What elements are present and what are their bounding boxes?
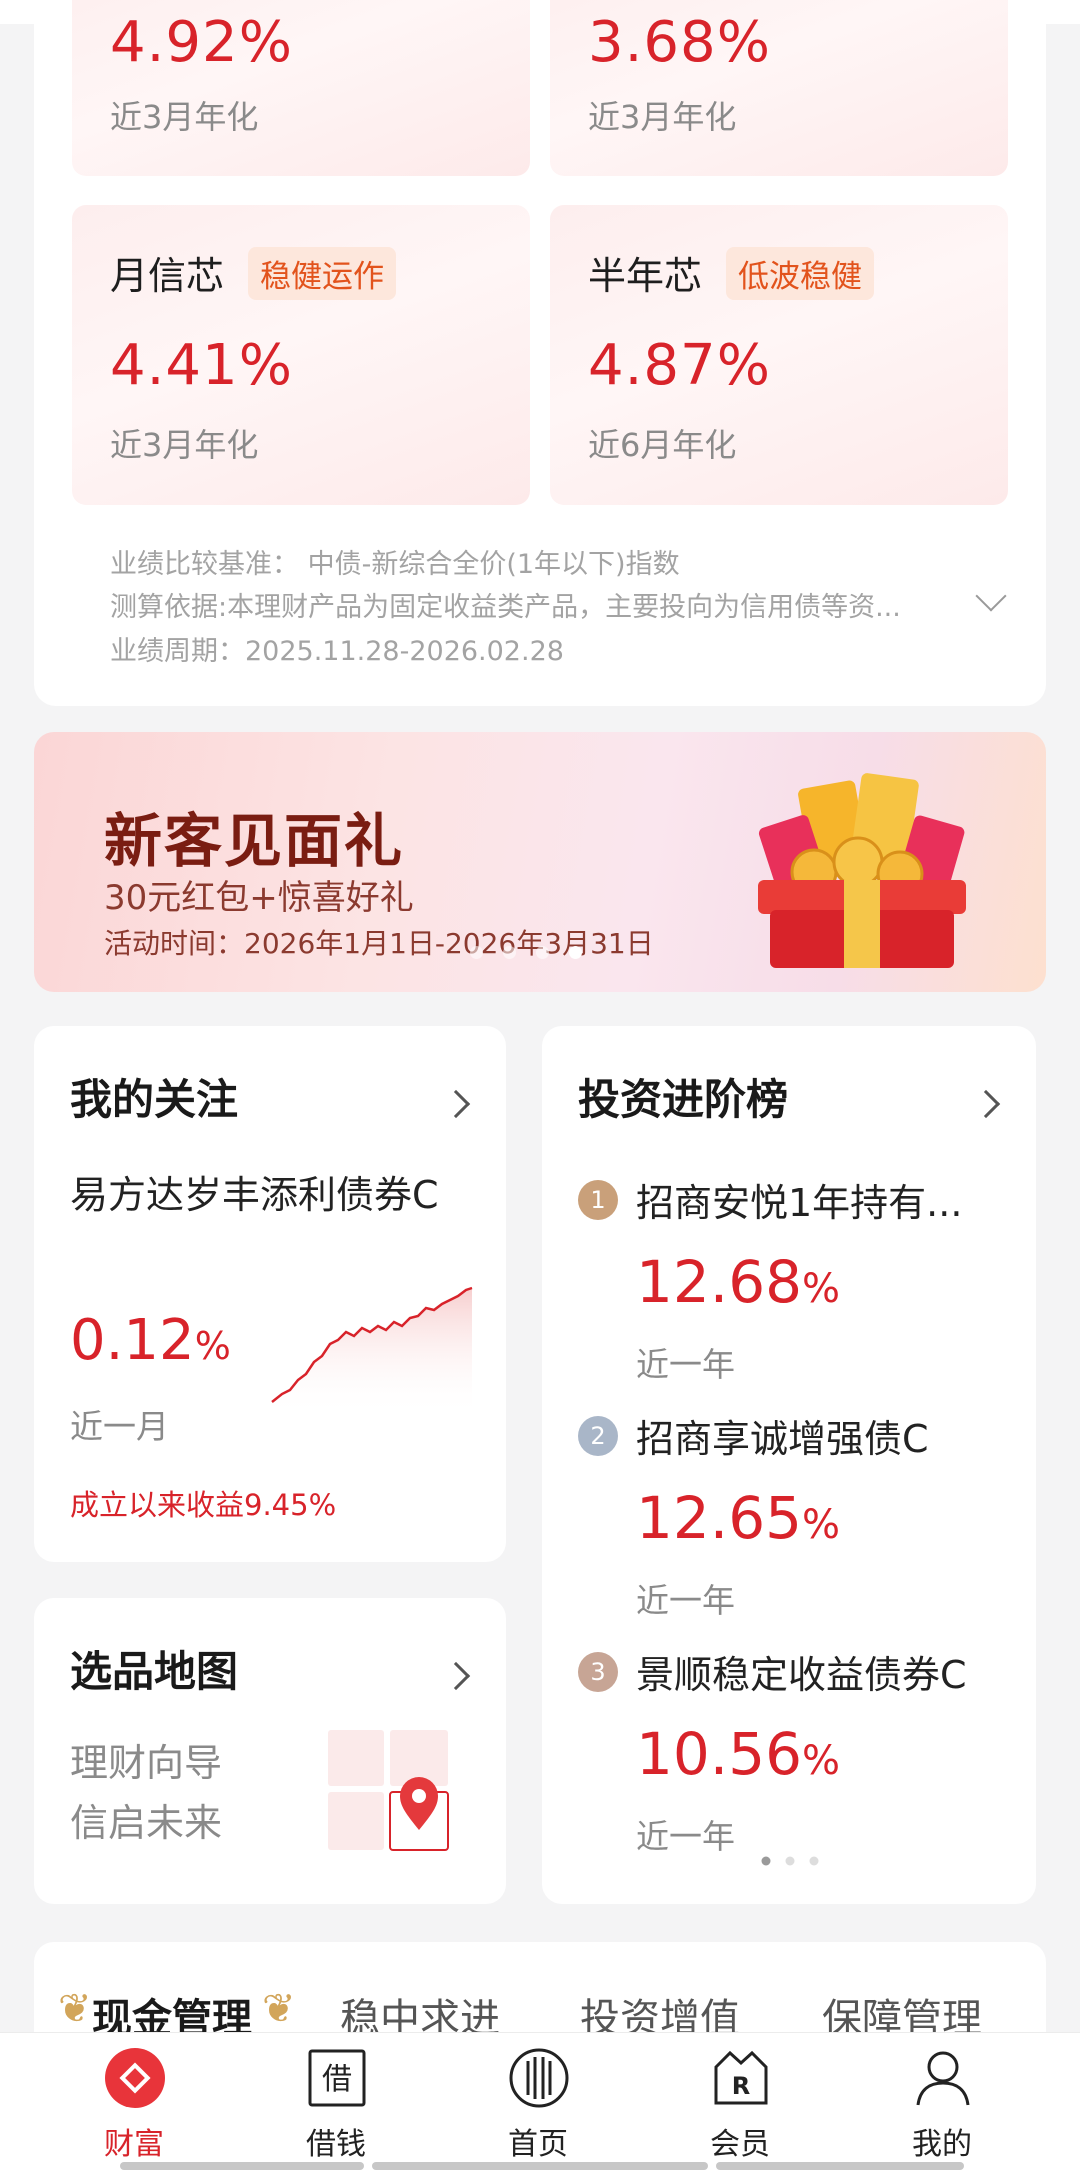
pagination-dot bbox=[536, 946, 549, 959]
nav-item-member[interactable]: R 会员 bbox=[660, 2033, 820, 2173]
pagination-dot-active bbox=[569, 946, 582, 959]
nav-label: 会员 bbox=[710, 2127, 770, 2162]
map-pin-icon bbox=[328, 1730, 449, 1851]
nav-label: 我的 bbox=[912, 2127, 972, 2162]
ranking-pagination bbox=[761, 1856, 819, 1866]
svg-text:借: 借 bbox=[322, 2062, 352, 2097]
chevron-down-icon[interactable] bbox=[975, 580, 1007, 612]
product-tile-bannianxin[interactable]: 半年芯 低波稳健 4.87% 近6月年化 bbox=[550, 205, 1008, 505]
ranking-period: 近一年 bbox=[636, 1817, 735, 1856]
watchlist-period: 近一月 bbox=[70, 1407, 169, 1446]
product-map-line2: 信启未来 bbox=[70, 1801, 223, 1845]
product-rate-desc: 近3月年化 bbox=[110, 98, 259, 136]
wealth-icon bbox=[105, 2048, 165, 2108]
since-inception-return: 成立以来收益9.45% bbox=[70, 1488, 337, 1522]
nav-label: 首页 bbox=[508, 2127, 568, 2162]
ranking-fund-name: 招商安悦1年持有... bbox=[636, 1181, 963, 1225]
performance-period-text: 业绩周期：2025.11.28-2026.02.28 bbox=[110, 636, 564, 667]
banner-title: 新客见面礼 bbox=[104, 807, 405, 875]
ranking-period: 近一年 bbox=[636, 1345, 735, 1384]
product-tile-yuexinxin[interactable]: 月信芯 稳健运作 4.41% 近3月年化 bbox=[72, 205, 530, 505]
product-map-line1: 理财向导 bbox=[70, 1741, 223, 1785]
watchlist-return: 0.12% bbox=[70, 1308, 231, 1373]
product-rate-desc: 近6月年化 bbox=[588, 426, 737, 464]
product-card: 4.92% 近3月年化 3.68% 近3月年化 月信芯 稳健运作 4.41% 近… bbox=[34, 0, 1046, 706]
rank-badge: 1 bbox=[578, 1180, 618, 1220]
laurel-left-icon: ❦ bbox=[58, 1986, 92, 2032]
home-icon bbox=[509, 2048, 569, 2108]
product-rate: 3.68% bbox=[588, 10, 771, 75]
product-rate-desc: 近3月年化 bbox=[588, 98, 737, 136]
watchlist-fund-name: 易方达岁丰添利债券C bbox=[70, 1173, 439, 1217]
ranking-fund-name: 招商享诚增强债C bbox=[636, 1417, 929, 1461]
calculation-basis-text: 测算依据:本理财产品为固定收益类产品，主要投向为信用债等资... bbox=[110, 592, 901, 623]
product-rate: 4.41% bbox=[110, 333, 293, 398]
nav-item-borrow[interactable]: 借 借钱 bbox=[256, 2033, 416, 2173]
benchmark-text: 业绩比较基准： 中债-新综合全价(1年以下)指数 bbox=[110, 549, 680, 580]
nav-item-profile[interactable]: 我的 bbox=[862, 2033, 1022, 2173]
nav-item-home[interactable]: 首页 bbox=[458, 2033, 618, 2173]
return-sparkline bbox=[271, 1286, 473, 1416]
product-tag: 低波稳健 bbox=[726, 247, 874, 300]
chevron-right-icon[interactable] bbox=[441, 1661, 471, 1691]
product-rate: 4.92% bbox=[110, 10, 293, 75]
chevron-right-icon[interactable] bbox=[971, 1089, 1001, 1119]
ranking-title: 投资进阶榜 bbox=[578, 1075, 789, 1124]
nav-item-wealth[interactable]: 财富 bbox=[54, 2033, 214, 2173]
nav-label: 财富 bbox=[104, 2127, 164, 2162]
ranking-card[interactable]: 投资进阶榜 1 招商安悦1年持有... 12.68% 近一年 2 招商享诚增强债… bbox=[542, 1026, 1036, 1904]
product-tile-2[interactable]: 3.68% 近3月年化 bbox=[550, 0, 1008, 176]
ranking-period: 近一年 bbox=[636, 1581, 735, 1620]
promo-banner[interactable]: 新客见面礼 30元红包+惊喜好礼 活动时间：2026年1月1日-2026年3月3… bbox=[34, 732, 1046, 992]
ranking-return: 10.56% bbox=[636, 1720, 841, 1788]
svg-text:R: R bbox=[732, 2072, 750, 2100]
gesture-bar bbox=[372, 2162, 708, 2170]
gesture-bar bbox=[120, 2162, 364, 2170]
gesture-bar bbox=[716, 2162, 964, 2170]
product-map-card[interactable]: 选品地图 理财向导 信启未来 bbox=[34, 1598, 506, 1904]
product-rate-desc: 近3月年化 bbox=[110, 426, 259, 464]
banner-pagination bbox=[470, 946, 582, 959]
laurel-right-icon: ❦ bbox=[262, 1986, 296, 2032]
watchlist-card[interactable]: 我的关注 易方达岁丰添利债券C 0.12% 近一月 成立以来收益9.45% bbox=[34, 1026, 506, 1562]
ranking-return: 12.68% bbox=[636, 1248, 841, 1316]
product-tile-1[interactable]: 4.92% 近3月年化 bbox=[72, 0, 530, 176]
chevron-right-icon[interactable] bbox=[441, 1089, 471, 1119]
bottom-nav: 财富 借 借钱 首页 R 会员 我的 bbox=[0, 2032, 1080, 2173]
pagination-dot bbox=[503, 946, 516, 959]
banner-subtitle: 30元红包+惊喜好礼 bbox=[104, 878, 414, 918]
product-rate: 4.87% bbox=[588, 333, 771, 398]
rank-badge: 3 bbox=[578, 1652, 618, 1692]
rank-badge: 2 bbox=[578, 1416, 618, 1456]
gift-box-icon bbox=[758, 773, 966, 968]
product-map-title: 选品地图 bbox=[70, 1647, 239, 1696]
nav-label: 借钱 bbox=[306, 2127, 366, 2162]
product-tag: 稳健运作 bbox=[248, 247, 396, 300]
ranking-return: 12.65% bbox=[636, 1484, 841, 1552]
ranking-fund-name: 景顺稳定收益债券C bbox=[636, 1653, 967, 1697]
profile-icon bbox=[916, 2051, 970, 2106]
pagination-dot bbox=[470, 946, 483, 959]
product-name: 半年芯 bbox=[588, 254, 703, 298]
watchlist-title: 我的关注 bbox=[70, 1075, 239, 1124]
product-name: 月信芯 bbox=[110, 254, 225, 298]
borrow-icon: 借 bbox=[308, 2049, 366, 2107]
member-icon: R bbox=[714, 2050, 768, 2105]
